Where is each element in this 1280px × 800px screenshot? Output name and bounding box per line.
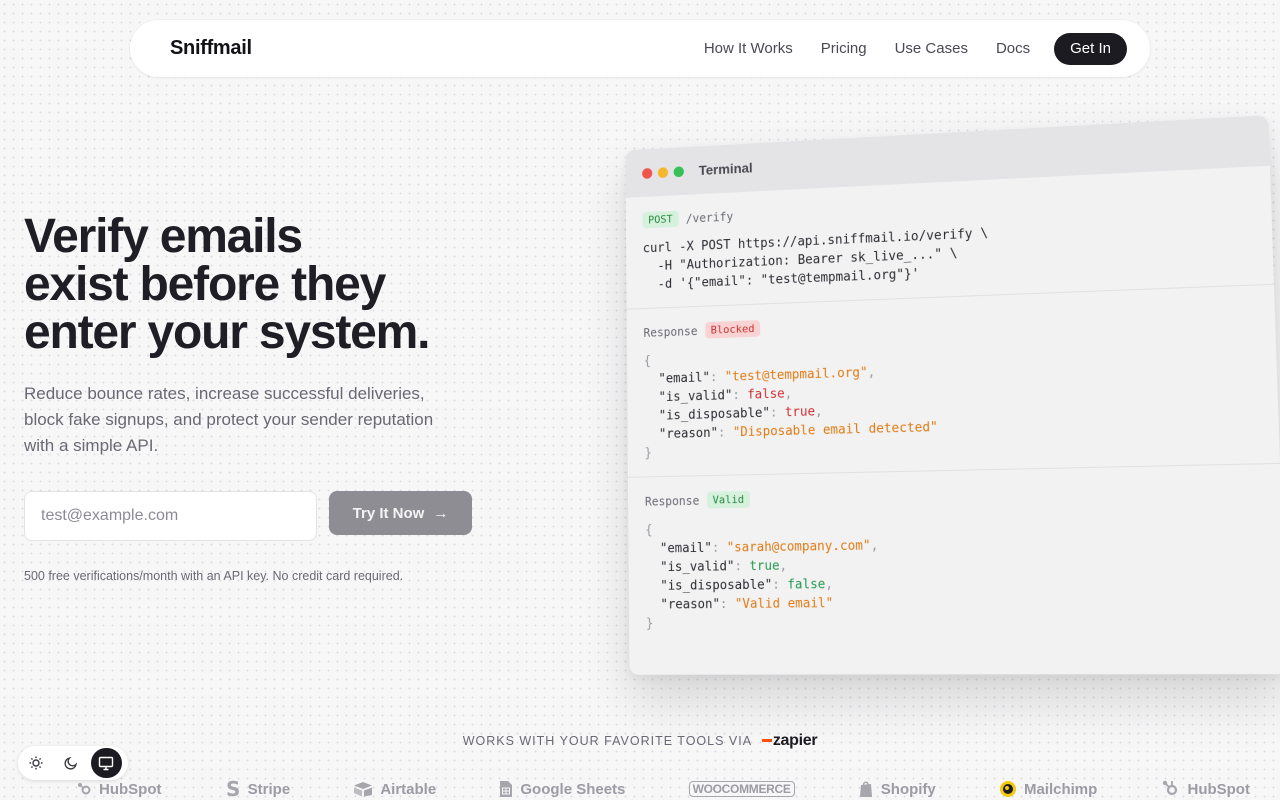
tool-woocommerce: WOOCOMMERCE xyxy=(688,781,795,797)
tool-name: HubSpot xyxy=(99,780,162,798)
theme-switcher xyxy=(18,746,128,780)
zapier-logo: zapier xyxy=(761,732,818,749)
json-key: "is_disposable" xyxy=(660,577,773,594)
response-valid-json: { "email": "sarah@company.com", "is_vali… xyxy=(645,523,879,632)
json-value: "Disposable email detected" xyxy=(732,420,939,441)
theme-light-button[interactable] xyxy=(20,748,51,778)
try-it-now-button[interactable]: Try It Now → xyxy=(329,491,472,535)
tool-hubspot: HubSpot xyxy=(76,781,161,798)
window-close-dot-icon xyxy=(642,167,653,179)
email-input[interactable] xyxy=(24,491,317,541)
nav-links: How It Works Pricing Use Cases Docs Get … xyxy=(704,32,1127,65)
tool-stripe: S Stripe xyxy=(225,779,291,799)
json-key: "is_valid" xyxy=(658,388,733,406)
hubspot-icon xyxy=(1163,780,1178,796)
response-label: Response xyxy=(643,323,698,340)
response-blocked-section: Response Blocked { "email": "test@tempma… xyxy=(626,284,1280,478)
response-valid-section: Response Valid { "email": "sarah@company… xyxy=(628,464,1280,647)
google-sheets-icon xyxy=(500,781,513,797)
free-tier-note: 500 free verifications/month with an API… xyxy=(24,569,404,583)
status-badge-blocked: Blocked xyxy=(704,320,761,339)
tool-name: HubSpot xyxy=(1187,780,1250,798)
theme-system-button[interactable] xyxy=(90,748,122,778)
json-key: "email" xyxy=(659,540,712,557)
json-value: true xyxy=(749,558,780,575)
nav-how-it-works[interactable]: How It Works xyxy=(704,40,793,57)
brand-name: Sniffmail xyxy=(170,37,252,59)
shopify-icon xyxy=(859,781,872,797)
json-key: "reason" xyxy=(660,597,721,613)
json-key: "is_disposable" xyxy=(658,405,771,424)
try-it-now-label: Try It Now xyxy=(352,504,425,522)
response-label: Response xyxy=(644,493,700,509)
json-value: "test@tempmail.org" xyxy=(724,365,868,385)
terminal-title: Terminal xyxy=(698,159,753,178)
json-value: "Valid email" xyxy=(734,596,834,612)
hero-title-line-3: enter your system. xyxy=(24,306,430,359)
brand-logo[interactable]: Sniffmail xyxy=(153,37,252,60)
stripe-icon: S xyxy=(226,779,240,799)
theme-dark-button[interactable] xyxy=(55,748,86,778)
tool-airtable: Airtable xyxy=(353,781,436,798)
window-maximize-dot-icon xyxy=(673,165,684,177)
json-value: false xyxy=(747,386,785,403)
get-in-button[interactable]: Get In xyxy=(1054,32,1127,65)
json-key: "email" xyxy=(658,370,711,387)
terminal-window: Terminal POST /verify curl -X POST https… xyxy=(625,115,1280,675)
airtable-icon xyxy=(354,782,373,797)
zapier-wordmark: zapier xyxy=(772,732,818,749)
sun-icon xyxy=(29,756,43,770)
tool-hubspot-2: HubSpot xyxy=(1160,779,1250,799)
status-badge-valid: Valid xyxy=(706,490,750,509)
moon-icon xyxy=(64,756,78,770)
tool-name: Shopify xyxy=(880,780,936,798)
hero-title-line-2: exist before they xyxy=(24,258,386,311)
nav-use-cases[interactable]: Use Cases xyxy=(895,40,968,57)
json-value: false xyxy=(787,577,826,593)
integration-logos: HubSpot S Stripe Airtable Google Sheets … xyxy=(0,776,1280,800)
monitor-icon xyxy=(99,756,114,771)
tool-google-sheets: Google Sheets xyxy=(499,780,625,798)
response-blocked-json: { "email": "test@tempmail.org", "is_vali… xyxy=(643,354,939,461)
json-key: "reason" xyxy=(658,425,719,443)
crescent-logo-icon xyxy=(156,41,164,56)
request-path: /verify xyxy=(685,209,734,226)
hero-title-line-1: Verify emails xyxy=(24,210,303,263)
request-code: curl -X POST https://api.sniffmail.io/ve… xyxy=(643,212,1255,294)
tool-mailchimp: Mailchimp xyxy=(999,780,1097,798)
tool-name: Airtable xyxy=(380,780,437,798)
window-minimize-dot-icon xyxy=(657,166,669,178)
arrow-right-icon: → xyxy=(433,504,449,522)
nav-docs[interactable]: Docs xyxy=(996,40,1030,57)
tool-name: Google Sheets xyxy=(520,780,626,798)
svg-text:S: S xyxy=(226,779,240,799)
json-value: "sarah@company.com" xyxy=(726,538,871,556)
tool-name: Mailchimp xyxy=(1023,780,1098,798)
nav-pricing[interactable]: Pricing xyxy=(821,40,867,57)
tool-name: Stripe xyxy=(247,780,291,798)
top-nav: Sniffmail How It Works Pricing Use Cases… xyxy=(130,20,1150,77)
integrations-heading-text: WORKS WITH YOUR FAVORITE TOOLS VIA xyxy=(462,734,752,748)
json-value: true xyxy=(784,404,816,421)
json-key: "is_valid" xyxy=(660,559,735,576)
mailchimp-icon xyxy=(999,781,1016,797)
integrations-heading: WORKS WITH YOUR FAVORITE TOOLS VIA zapie… xyxy=(0,732,1280,750)
method-badge: POST xyxy=(642,210,679,229)
tool-shopify: Shopify xyxy=(858,780,936,798)
hero-subtitle: Reduce bounce rates, increase successful… xyxy=(24,384,434,455)
woocommerce-wordmark: WOOCOMMERCE xyxy=(688,781,795,797)
hero-title: Verify emails exist before they enter yo… xyxy=(24,213,494,357)
hubspot-icon xyxy=(78,783,91,795)
